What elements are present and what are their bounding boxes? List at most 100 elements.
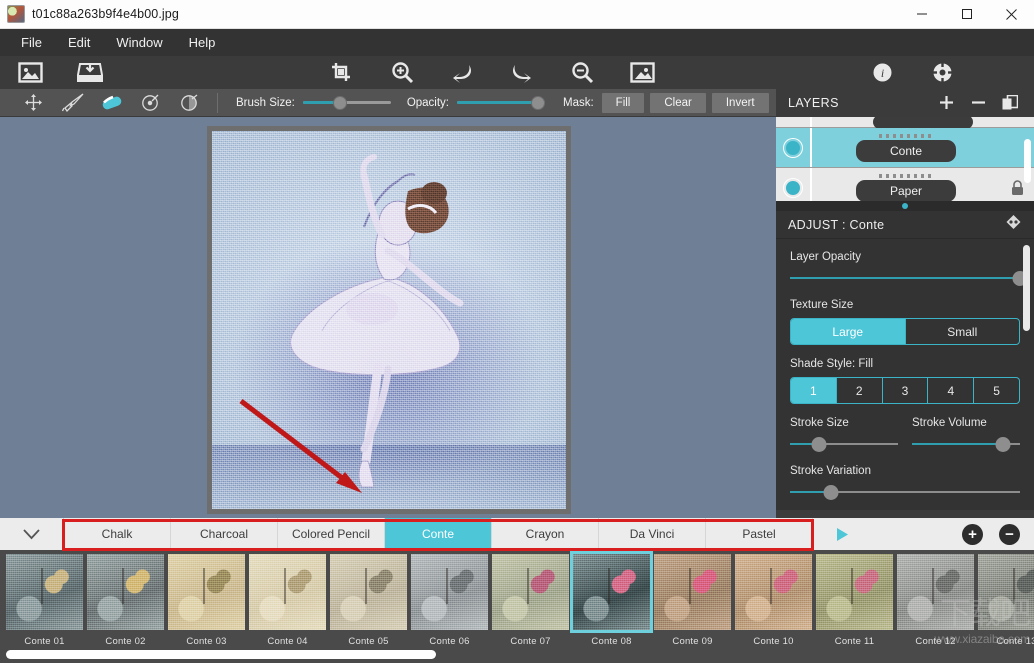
layer-visibility-toggle[interactable] [776,180,810,195]
texture-size-option-small[interactable]: Small [906,319,1020,344]
thumbnail-motif [122,567,125,605]
opacity-slider[interactable] [457,95,545,111]
tab-conte[interactable]: Conte [385,518,492,550]
style-preset-icon[interactable] [1005,214,1022,235]
open-image-icon[interactable] [0,56,60,89]
layer-list-scrollbar[interactable] [1024,139,1031,183]
menu-item-help[interactable]: Help [176,32,229,53]
tab-charcoal[interactable]: Charcoal [171,518,278,550]
mask-fill-button[interactable]: Fill [601,92,645,113]
preset-thumbnail-image[interactable] [87,554,164,630]
preset-thumbnail-image[interactable] [897,554,974,630]
layer-drag-handle[interactable] [879,133,933,138]
undo-icon[interactable] [432,56,492,89]
shade-style-option-3[interactable]: 3 [883,378,929,403]
preset-thumbnail-12[interactable]: Conte 12 [895,554,976,647]
shade-style-option-4[interactable]: 4 [928,378,975,403]
eraser-icon[interactable] [92,90,131,116]
texture-size-option-large[interactable]: Large [791,319,906,344]
menu-item-edit[interactable]: Edit [55,32,103,53]
layer-list[interactable]: Conte Paper [776,117,1034,201]
preset-thumbnail-7[interactable]: Conte 07 [490,554,571,647]
settings-icon[interactable] [912,56,972,89]
preset-thumbnail-image[interactable] [816,554,893,630]
minus-circle-icon[interactable]: − [999,523,1020,545]
thumbnail-motif [608,567,611,605]
preset-thumbnail-4[interactable]: Conte 04 [247,554,328,647]
menu-item-file[interactable]: File [8,32,55,53]
info-icon[interactable]: i [852,56,912,89]
canvas-workspace[interactable] [0,117,776,518]
image-canvas[interactable] [212,131,566,509]
shade-style-option-1[interactable]: 1 [791,378,837,403]
maximize-icon[interactable] [944,0,989,29]
layer-visibility-toggle[interactable] [776,140,810,155]
preset-thumbnail-strip[interactable]: Conte 01 Conte 02 Conte 03 Conte 04 Conte 05… [0,550,1034,663]
save-image-icon[interactable] [60,56,120,89]
plus-circle-icon[interactable]: + [962,523,983,545]
preset-thumbnail-image[interactable] [249,554,326,630]
preset-thumbnail-image[interactable] [6,554,83,630]
blur-circle-icon[interactable] [170,90,209,116]
shade-style-option-2[interactable]: 2 [837,378,883,403]
paintbrush-icon[interactable] [53,90,92,116]
preset-thumbnail-image[interactable] [168,554,245,630]
mask-clear-button[interactable]: Clear [650,92,706,113]
preset-thumbnail-2[interactable]: Conte 02 [85,554,166,647]
preset-thumbnail-13[interactable]: Conte 13 [976,554,1034,647]
fit-image-icon[interactable] [612,56,672,89]
remove-layer-icon[interactable] [962,88,994,117]
stroke-variation-slider[interactable] [790,484,1020,500]
thumbnail-horizontal-scrollbar[interactable] [6,650,436,659]
layer-row-paper[interactable]: Paper [776,168,1034,201]
layer-drag-handle[interactable] [879,173,933,178]
preset-thumbnail-image[interactable] [411,554,488,630]
thumbnail-motif [203,567,206,605]
preset-thumbnail-8[interactable]: Conte 08 [571,554,652,647]
layer-row-conte[interactable]: Conte [776,128,1034,168]
preset-thumbnail-1[interactable]: Conte 01 [4,554,85,647]
table-row[interactable] [776,117,1034,129]
redo-icon[interactable] [492,56,552,89]
crop-icon[interactable] [312,56,372,89]
zoom-in-icon[interactable] [372,56,432,89]
preset-thumbnail-image[interactable] [654,554,731,630]
minimize-icon[interactable] [899,0,944,29]
panel-resize-handle[interactable] [776,201,1034,211]
adjust-panel-scrollbar[interactable] [1023,245,1030,331]
preset-thumbnail-11[interactable]: Conte 11 [814,554,895,647]
tab-chalk[interactable]: Chalk [64,518,171,550]
brush-size-slider[interactable] [302,95,391,111]
shade-style-option-5[interactable]: 5 [974,378,1019,403]
mask-invert-button[interactable]: Invert [711,92,769,113]
preset-thumbnail-image[interactable] [330,554,407,630]
preset-thumbnail-image[interactable] [735,554,812,630]
move-arrows-icon[interactable] [14,90,53,116]
preset-thumbnail-5[interactable]: Conte 05 [328,554,409,647]
thumbnail-list: Conte 01 Conte 02 Conte 03 Conte 04 Conte 05… [0,550,1034,647]
stroke-size-slider[interactable] [790,436,898,452]
preset-thumbnail-image[interactable] [573,554,650,630]
tab-crayon[interactable]: Crayon [492,518,599,550]
tab-da-vinci[interactable]: Da Vinci [599,518,706,550]
tab-colored-pencil[interactable]: Colored Pencil [278,518,385,550]
preset-thumbnail-9[interactable]: Conte 09 [652,554,733,647]
chevron-down-icon[interactable] [0,518,64,550]
close-icon[interactable] [989,0,1034,29]
preset-thumbnail-image[interactable] [492,554,569,630]
texture-size-segmented[interactable]: Large Small [790,318,1020,345]
play-triangle-icon[interactable] [813,518,871,550]
preset-thumbnail-10[interactable]: Conte 10 [733,554,814,647]
tab-pastel[interactable]: Pastel [706,518,813,550]
preset-thumbnail-image[interactable] [978,554,1034,630]
preset-thumbnail-3[interactable]: Conte 03 [166,554,247,647]
add-layer-icon[interactable] [930,88,962,117]
stroke-volume-slider[interactable] [912,436,1020,452]
layer-opacity-slider[interactable] [790,270,1028,286]
duplicate-layer-icon[interactable] [994,88,1026,117]
menu-item-window[interactable]: Window [103,32,175,53]
smudge-circle-icon[interactable] [131,90,170,116]
zoom-out-icon[interactable] [552,56,612,89]
preset-thumbnail-6[interactable]: Conte 06 [409,554,490,647]
shade-style-segmented[interactable]: 1 2 3 4 5 [790,377,1020,404]
